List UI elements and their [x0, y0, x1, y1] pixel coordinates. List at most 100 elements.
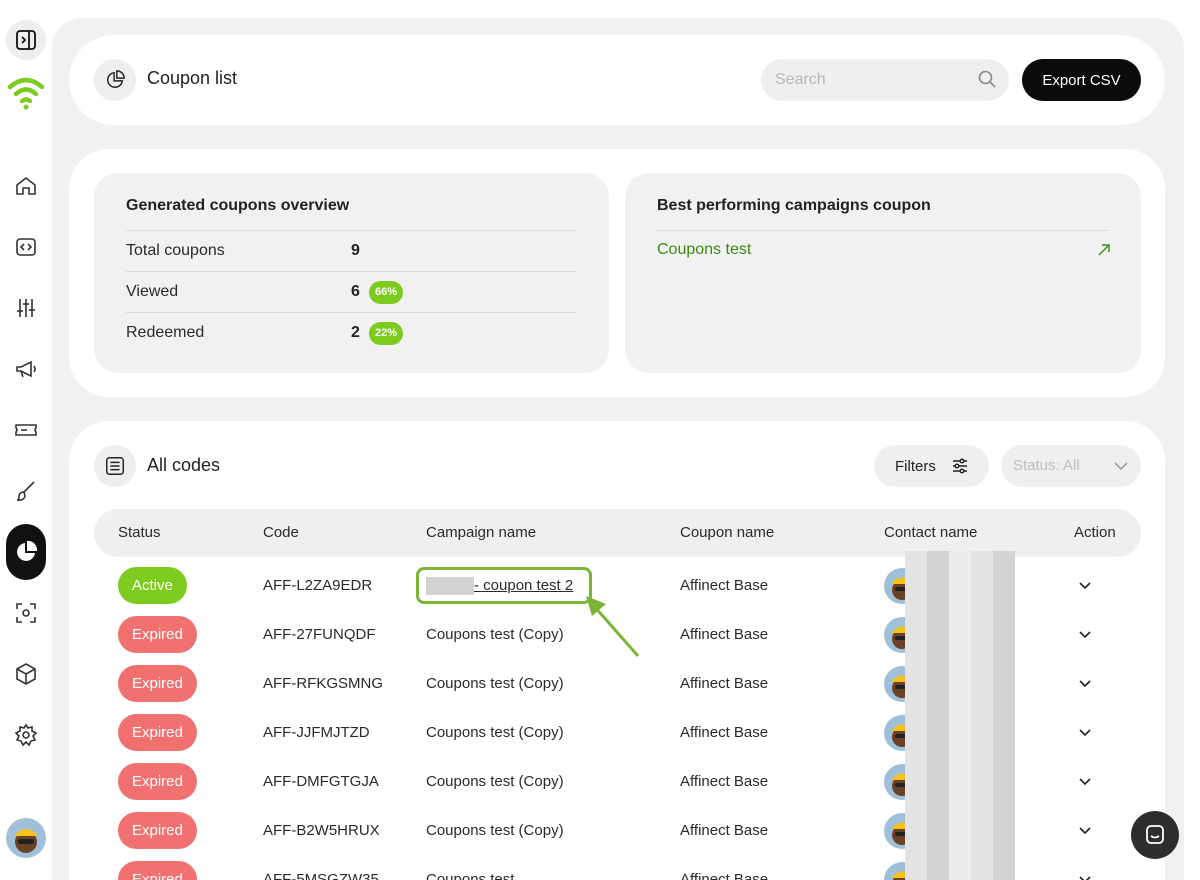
nav-products[interactable]: [0, 643, 52, 704]
megaphone-icon: [16, 360, 36, 377]
redacted-contact-names: [905, 551, 1015, 880]
nav-analytics[interactable]: [0, 521, 52, 582]
filters-button[interactable]: Filters: [874, 445, 989, 487]
coupon-code: AFF-RFKGSMNG: [263, 675, 383, 692]
percent-badge: 22%: [369, 322, 404, 345]
divider: [657, 230, 1109, 231]
campaign-name: Coupons test (Copy): [426, 773, 564, 790]
search-box: [761, 59, 1009, 101]
status-badge: Expired: [118, 714, 197, 751]
best-campaign-card: Best performing campaigns coupon Coupons…: [625, 173, 1141, 373]
list-icon: [94, 445, 136, 487]
chevron-down-icon[interactable]: [1077, 577, 1093, 593]
status-badge: Expired: [118, 763, 197, 800]
overview-value: 9: [351, 242, 360, 259]
sliders-icon: [17, 298, 35, 317]
column-header[interactable]: Contact name: [884, 524, 977, 541]
chevron-down-icon[interactable]: [1077, 675, 1093, 691]
cube-icon: [16, 662, 36, 685]
export-csv-button[interactable]: Export CSV: [1022, 59, 1141, 101]
coupon-name: Affinect Base: [680, 871, 769, 880]
page-header: Coupon list Export CSV: [69, 35, 1165, 125]
chevron-down-icon[interactable]: [1077, 773, 1093, 789]
chevron-down-icon[interactable]: [1077, 822, 1093, 838]
campaign-name: Coupons test (Copy): [426, 626, 564, 643]
nav-campaigns[interactable]: [0, 338, 52, 399]
search-input[interactable]: [775, 59, 965, 101]
campaign-name: Coupons test (Copy): [426, 822, 564, 839]
filters-label: Filters: [895, 457, 936, 475]
percent-badge: 66%: [369, 281, 404, 304]
nav-code[interactable]: [0, 216, 52, 277]
nav-sliders[interactable]: [0, 277, 52, 338]
chevron-down-icon[interactable]: [1077, 626, 1093, 642]
sidebar: [0, 0, 52, 880]
chevron-down-icon[interactable]: [1077, 871, 1093, 880]
coupon-name: Affinect Base: [680, 724, 769, 741]
gear-icon: [14, 723, 38, 746]
column-header[interactable]: Status: [118, 524, 161, 541]
nav-scan[interactable]: [0, 582, 52, 643]
status-badge: Expired: [118, 616, 197, 653]
chevron-down-icon[interactable]: [1077, 724, 1093, 740]
overview-label: Total coupons: [126, 242, 225, 259]
arrow-up-right-icon[interactable]: [1097, 243, 1111, 257]
overview-label: Redeemed: [126, 324, 205, 341]
overview-section: Generated coupons overview Total coupons…: [69, 149, 1165, 397]
coupon-name: Affinect Base: [680, 675, 769, 692]
code-icon: [16, 237, 36, 256]
best-campaign-link[interactable]: Coupons test: [657, 241, 751, 259]
coupon-name: Affinect Base: [680, 822, 769, 839]
campaign-name: Coupons test: [426, 871, 515, 880]
ticket-icon: [15, 423, 37, 436]
nav-settings[interactable]: [0, 704, 52, 765]
coupon-code: AFF-27FUNQDF: [263, 626, 376, 643]
table-header: Status Code Campaign name Coupon name Co…: [94, 509, 1141, 557]
status-badge: Expired: [118, 861, 197, 880]
coupon-code: AFF-DMFGTGJA: [263, 773, 379, 790]
column-header[interactable]: Campaign name: [426, 524, 536, 541]
status-badge: Active: [118, 567, 187, 604]
panel-toggle-icon[interactable]: [6, 20, 46, 60]
coupon-name: Affinect Base: [680, 626, 769, 643]
coupons-overview-card: Generated coupons overview Total coupons…: [94, 173, 609, 373]
coupon-code: AFF-5MSGZW35: [263, 871, 379, 880]
nav-design[interactable]: [0, 460, 52, 521]
filter-sliders-icon: [953, 458, 967, 474]
highlight-box: [416, 567, 592, 604]
pie-chart-icon: [94, 59, 136, 101]
status-badge: Expired: [118, 665, 197, 702]
chat-icon[interactable]: [1131, 811, 1179, 859]
section-title: All codes: [147, 455, 221, 475]
page-title: Coupon list: [147, 68, 238, 88]
overview-title: Generated coupons overview: [126, 197, 350, 214]
column-header: Action: [1074, 524, 1116, 541]
overview-row-redeemed: Redeemed 2 22%: [126, 313, 576, 353]
coupon-code: AFF-B2W5HRUX: [263, 822, 380, 839]
status-badge: Expired: [118, 812, 197, 849]
brush-icon: [16, 480, 35, 501]
best-campaign-title: Best performing campaigns coupon: [657, 197, 931, 214]
overview-value: 6: [351, 283, 360, 300]
column-header[interactable]: Coupon name: [680, 524, 774, 541]
campaign-name: Coupons test (Copy): [426, 675, 564, 692]
wifi-logo-icon[interactable]: [6, 72, 46, 112]
avatar[interactable]: [6, 818, 46, 858]
pie-chart-icon: [17, 540, 38, 561]
overview-label: Viewed: [126, 283, 179, 300]
coupon-name: Affinect Base: [680, 773, 769, 790]
overview-row-total: Total coupons 9: [126, 231, 576, 271]
nav-coupons[interactable]: [0, 399, 52, 460]
scan-icon: [16, 602, 36, 623]
column-header[interactable]: Code: [263, 524, 299, 541]
overview-row-viewed: Viewed 6 66%: [126, 272, 576, 312]
coupon-code: AFF-JJFMJTZD: [263, 724, 370, 741]
status-select[interactable]: Status: All: [1001, 445, 1141, 487]
chevron-down-icon: [1114, 462, 1128, 471]
campaign-name: Coupons test (Copy): [426, 724, 564, 741]
home-icon: [16, 176, 36, 195]
coupon-name: Affinect Base: [680, 577, 769, 594]
nav-home[interactable]: [0, 155, 52, 216]
status-select-value: Status: All: [1013, 457, 1080, 474]
search-icon[interactable]: [977, 69, 997, 89]
